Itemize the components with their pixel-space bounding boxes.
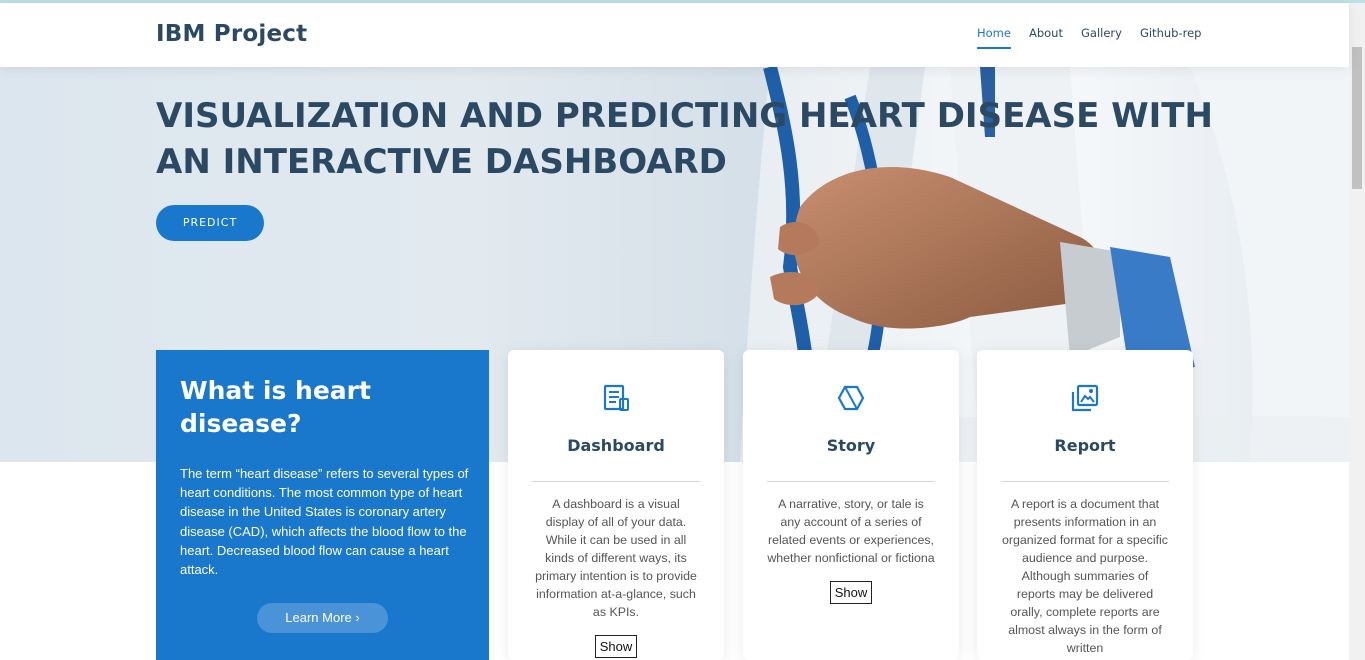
page-scrollbar[interactable]: [1349, 3, 1365, 660]
card-title: Story: [826, 436, 876, 455]
dashboard-card: Dashboard A dashboard is a visual displa…: [508, 350, 724, 660]
card-description-block: A report is a document that presents inf…: [1001, 495, 1169, 657]
card-description-block: A narrative, story, or tale is any accou…: [767, 495, 935, 604]
site-logo[interactable]: IBM Project: [156, 21, 307, 47]
card-divider: [767, 481, 935, 482]
card-title: Report: [1054, 436, 1116, 455]
card-description: A report is a document that presents inf…: [1002, 497, 1168, 655]
card-description: A narrative, story, or tale is any accou…: [767, 497, 935, 565]
report-card: Report A report is a document that prese…: [977, 350, 1193, 660]
card-description: A dashboard is a visual display of all o…: [535, 497, 697, 619]
card-description-block: A dashboard is a visual display of all o…: [532, 495, 700, 658]
why-box-title: What is heart disease?: [180, 376, 371, 438]
show-button[interactable]: Show: [594, 635, 638, 658]
card-title: Dashboard: [567, 436, 665, 455]
nav-github-link[interactable]: Github-rep: [1140, 26, 1202, 49]
nav-gallery-link[interactable]: Gallery: [1081, 26, 1122, 49]
images-icon: [1071, 384, 1099, 412]
learn-more-button[interactable]: Learn More ›: [257, 603, 388, 633]
show-button[interactable]: Show: [829, 581, 873, 604]
scrollbar-thumb[interactable]: [1352, 47, 1362, 189]
site-header: IBM Project Home About Gallery Github-re…: [0, 3, 1349, 67]
document-icon: [603, 384, 629, 411]
predict-button[interactable]: PREDICT: [156, 205, 264, 241]
hero-title: VISUALIZATION AND PREDICTING HEART DISEA…: [156, 96, 1213, 182]
nav-about-link[interactable]: About: [1029, 26, 1063, 49]
card-divider: [1001, 481, 1169, 482]
why-box-text: The term “heart disease” refers to sever…: [180, 466, 469, 578]
card-divider: [532, 481, 700, 482]
cube-icon: [837, 385, 865, 411]
what-is-heart-disease-box: What is heart disease? The term “heart d…: [156, 350, 489, 660]
story-card: Story A narrative, story, or tale is any…: [743, 350, 959, 660]
main-nav: Home About Gallery Github-rep: [977, 26, 1201, 49]
nav-home-link[interactable]: Home: [977, 26, 1011, 49]
